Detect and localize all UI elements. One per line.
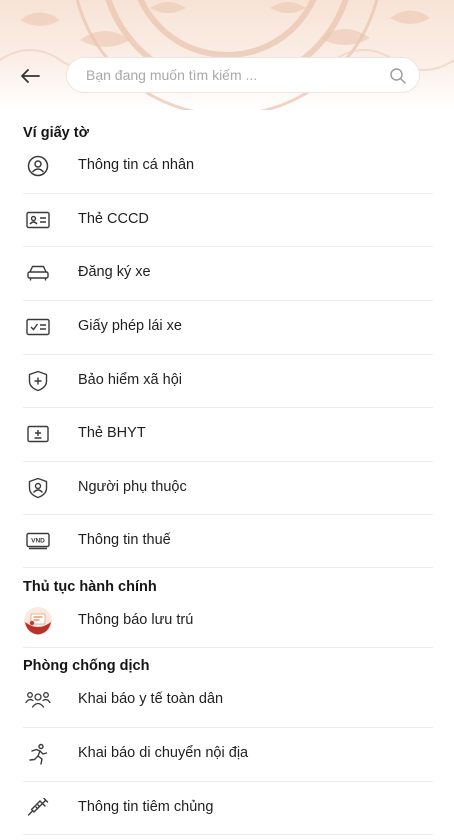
- menu-item-residence-notice[interactable]: Thông báo lưu trú: [0, 595, 454, 647]
- section-title-vi-giay-to: Ví giấy tờ: [23, 125, 89, 141]
- menu-item-label: Thông tin cá nhân: [78, 157, 195, 173]
- menu-item-label: Khai báo y tế toàn dân: [78, 691, 224, 707]
- divider: [23, 567, 433, 568]
- menu-item-label: Đăng ký xe: [78, 264, 151, 280]
- menu-item-label: Thẻ BHYT: [78, 425, 146, 441]
- vnd-tax-icon: VND: [25, 528, 51, 554]
- back-button[interactable]: [16, 62, 44, 90]
- menu-item-cccd-card[interactable]: Thẻ CCCD: [0, 194, 454, 246]
- car-icon: [25, 260, 51, 286]
- drum-pattern-decoration: [0, 0, 454, 110]
- search-input[interactable]: [84, 66, 378, 84]
- syringe-icon: [25, 795, 51, 821]
- residence-notice-icon: [23, 606, 53, 636]
- search-bar[interactable]: [66, 57, 420, 93]
- menu-item-tax-info[interactable]: VND Thông tin thuế: [0, 515, 454, 567]
- arrow-left-icon: [21, 69, 40, 83]
- license-check-icon: [25, 314, 51, 340]
- section-title-thu-tuc-hanh-chinh: Thủ tục hành chính: [23, 579, 157, 595]
- menu-item-label: Người phụ thuộc: [78, 479, 187, 495]
- health-card-icon: [25, 421, 51, 447]
- people-group-icon: [25, 687, 51, 713]
- menu-item-label: Bảo hiểm xã hội: [78, 372, 182, 388]
- header-banner: [0, 0, 454, 110]
- divider: [23, 834, 433, 835]
- search-icon[interactable]: [389, 67, 407, 85]
- divider: [23, 647, 433, 648]
- menu-item-domestic-travel-declaration[interactable]: Khai báo di chuyển nội địa: [0, 728, 454, 780]
- svg-text:VND: VND: [31, 538, 45, 545]
- menu-item-health-declaration[interactable]: Khai báo y tế toàn dân: [0, 674, 454, 726]
- shield-user-icon: [25, 475, 51, 501]
- menu-item-dependents[interactable]: Người phụ thuộc: [0, 462, 454, 514]
- menu-item-vehicle-registration[interactable]: Đăng ký xe: [0, 247, 454, 299]
- menu-item-label: Khai báo di chuyển nội địa: [78, 745, 249, 761]
- id-card-icon: [25, 207, 51, 233]
- menu-item-label: Thẻ CCCD: [78, 211, 149, 227]
- section-title-phong-chong-dich: Phòng chống dịch: [23, 658, 150, 674]
- menu-item-vaccination-info[interactable]: Thông tin tiêm chủng: [0, 782, 454, 834]
- menu-item-label: Thông tin tiêm chủng: [78, 799, 214, 815]
- menu-item-social-insurance[interactable]: Bảo hiểm xã hội: [0, 355, 454, 407]
- menu-item-label: Thông báo lưu trú: [78, 612, 194, 628]
- menu-item-label: Thông tin thuế: [78, 532, 171, 548]
- menu-item-health-insurance-card[interactable]: Thẻ BHYT: [0, 408, 454, 460]
- menu-item-driving-license[interactable]: Giấy phép lái xe: [0, 301, 454, 353]
- shield-plus-icon: [25, 368, 51, 394]
- running-person-icon: [25, 741, 51, 767]
- menu-item-label: Giấy phép lái xe: [78, 318, 182, 334]
- menu-item-personal-info[interactable]: Thông tin cá nhân: [0, 140, 454, 192]
- user-circle-icon: [25, 153, 51, 179]
